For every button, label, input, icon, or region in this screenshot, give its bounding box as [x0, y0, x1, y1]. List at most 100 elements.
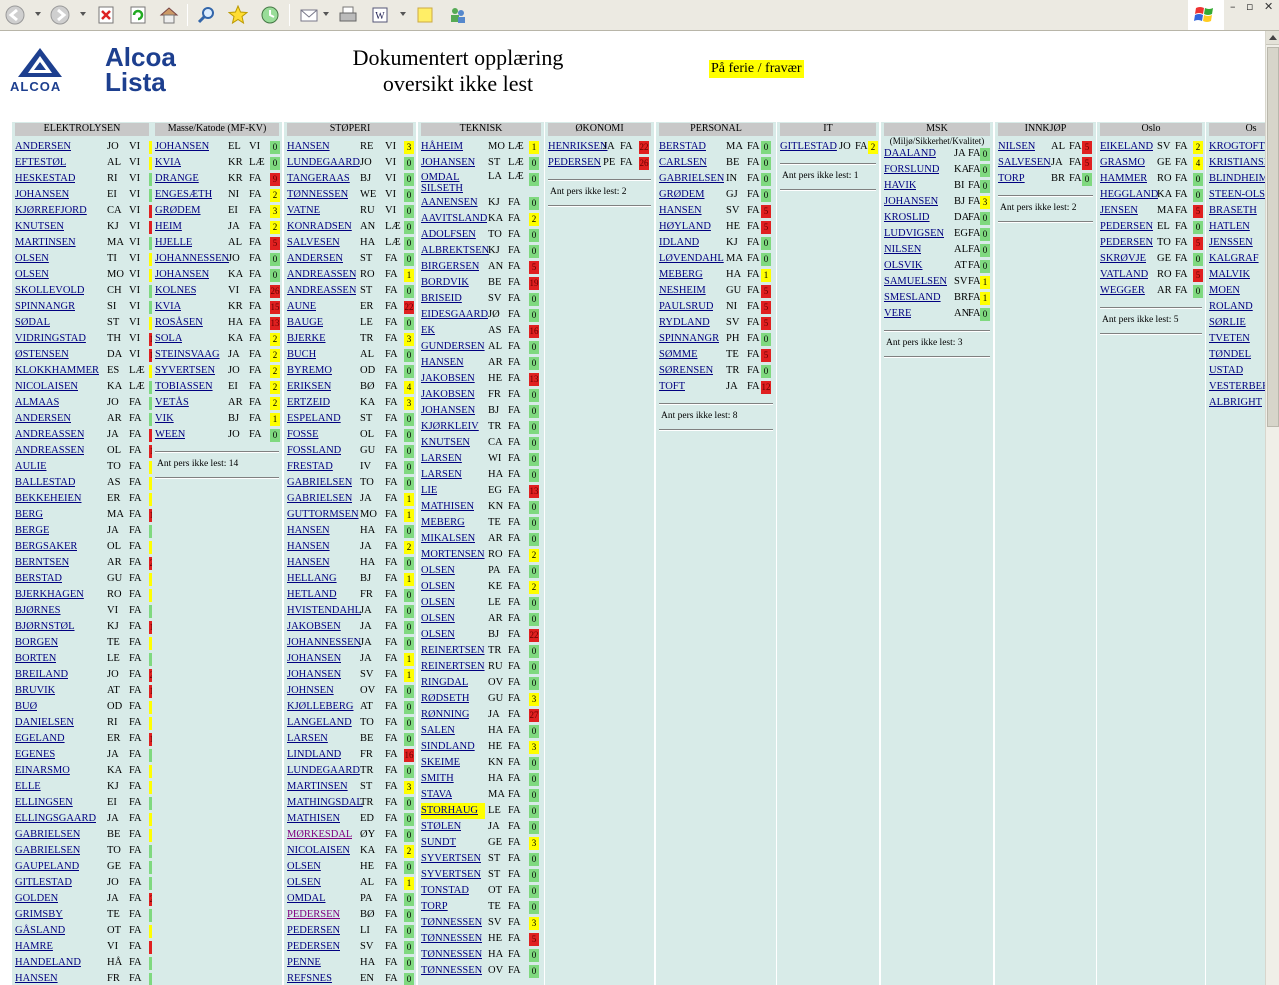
employee-name-link[interactable]: DANIELSEN: [15, 715, 74, 731]
employee-name-link[interactable]: HELLANG: [287, 571, 337, 587]
employee-name-link[interactable]: TANGERAAS: [287, 171, 350, 187]
employee-name-link[interactable]: GRØDEM: [659, 187, 705, 203]
home-button[interactable]: [157, 4, 181, 26]
back-dropdown-icon[interactable]: [35, 12, 41, 16]
employee-name-link[interactable]: LINDLAND: [287, 747, 341, 763]
employee-name-link[interactable]: FOSSLAND: [287, 443, 341, 459]
employee-name-link[interactable]: IDLAND: [659, 235, 699, 251]
employee-name-link[interactable]: ADOLFSEN: [421, 227, 476, 243]
employee-name-link[interactable]: HAMRE: [15, 939, 53, 955]
employee-name-link[interactable]: LANGELAND: [287, 715, 352, 731]
employee-name-link[interactable]: DAALAND: [884, 146, 936, 162]
employee-name-link[interactable]: JOHANSEN: [155, 267, 209, 283]
employee-name-link[interactable]: HØYLAND: [659, 219, 711, 235]
employee-name-link[interactable]: RINGDAL: [421, 675, 468, 691]
employee-name-link[interactable]: KLOKKHAMMER: [15, 363, 99, 379]
employee-name-link[interactable]: GUNDERSEN: [421, 339, 485, 355]
employee-name-link[interactable]: MØRKESDAL: [287, 827, 352, 843]
employee-name-link[interactable]: GITLESTAD: [15, 875, 72, 891]
employee-name-link[interactable]: REINERTSEN: [421, 643, 485, 659]
employee-name-link[interactable]: RØNNING: [421, 707, 469, 723]
employee-name-link[interactable]: EIKELAND: [1100, 139, 1153, 155]
employee-name-link[interactable]: HVISTENDAHL: [287, 603, 361, 619]
employee-name-link[interactable]: GOLDEN: [15, 891, 58, 907]
employee-name-link[interactable]: SYVERTSEN: [421, 867, 481, 883]
employee-name-link[interactable]: NICOLAISEN: [15, 379, 78, 395]
employee-name-link[interactable]: BUØ: [15, 699, 37, 715]
employee-name-link[interactable]: ANDERSEN: [15, 139, 71, 155]
employee-name-link[interactable]: BRISEID: [421, 291, 462, 307]
employee-name-link[interactable]: BYREMO: [287, 363, 332, 379]
employee-name-link[interactable]: SOLA: [155, 331, 182, 347]
employee-name-link[interactable]: EK: [421, 323, 435, 339]
employee-name-link[interactable]: SØRENSEN: [659, 363, 713, 379]
employee-name-link[interactable]: NESHEIM: [659, 283, 706, 299]
minimize-icon[interactable]: –: [1230, 0, 1236, 13]
employee-name-link[interactable]: BRASETH: [1209, 203, 1257, 219]
employee-name-link[interactable]: LUNDEGAARD: [287, 763, 360, 779]
employee-name-link[interactable]: STEINSVAAG: [155, 347, 220, 363]
employee-name-link[interactable]: BERSTAD: [15, 571, 62, 587]
employee-name-link[interactable]: LIE: [421, 483, 437, 499]
employee-name-link[interactable]: REINERTSEN: [421, 659, 485, 675]
scroll-thumb[interactable]: [1267, 47, 1279, 427]
employee-name-link[interactable]: FOSSE: [287, 427, 319, 443]
employee-name-link[interactable]: STORHAUG: [421, 803, 485, 819]
employee-name-link[interactable]: HETLAND: [287, 587, 337, 603]
employee-name-link[interactable]: BJERKHAGEN: [15, 587, 84, 603]
employee-name-link[interactable]: EFTESTØL: [15, 155, 66, 171]
employee-name-link[interactable]: BRUVIK: [15, 683, 55, 699]
employee-name-link[interactable]: GRASMO: [1100, 155, 1145, 171]
employee-name-link[interactable]: JOHANSEN: [421, 403, 475, 419]
employee-name-link[interactable]: SPINNANGR: [659, 331, 719, 347]
employee-name-link[interactable]: STEEN-OLSEN: [1209, 187, 1265, 203]
employee-name-link[interactable]: TØNNESSEN: [421, 915, 482, 931]
employee-name-link[interactable]: PEDERSEN: [287, 939, 340, 955]
employee-name-link[interactable]: SYVERTSEN: [155, 363, 215, 379]
employee-name-link[interactable]: HANDELAND: [15, 955, 81, 971]
employee-name-link[interactable]: KROSLID: [884, 210, 930, 226]
employee-name-link[interactable]: HANSEN: [659, 203, 702, 219]
employee-name-link[interactable]: USTAD: [1209, 363, 1243, 379]
edit-dropdown-icon[interactable]: [400, 12, 406, 16]
employee-name-link[interactable]: JOHANSEN: [421, 155, 475, 171]
employee-name-link[interactable]: JAKOBSEN: [287, 619, 341, 635]
employee-name-link[interactable]: BJERKE: [287, 331, 326, 347]
employee-name-link[interactable]: TORP: [421, 899, 448, 915]
forward-dropdown-icon[interactable]: [80, 12, 86, 16]
employee-name-link[interactable]: OLSVIK: [884, 258, 923, 274]
employee-name-link[interactable]: PEDERSEN: [1100, 219, 1153, 235]
employee-name-link[interactable]: MATHINGSDAL: [287, 795, 363, 811]
close-icon[interactable]: ✕: [1264, 0, 1273, 13]
employee-name-link[interactable]: SALVESEN: [998, 155, 1051, 171]
employee-name-link[interactable]: LARSEN: [421, 467, 462, 483]
employee-name-link[interactable]: TOBIASSEN: [155, 379, 213, 395]
employee-name-link[interactable]: BREILAND: [15, 667, 68, 683]
employee-name-link[interactable]: GABRIELSEN: [287, 491, 352, 507]
employee-name-link[interactable]: JAKOBSEN: [421, 387, 475, 403]
employee-name-link[interactable]: TVETEN: [1209, 331, 1250, 347]
employee-name-link[interactable]: ANDREASSEN: [287, 283, 356, 299]
employee-name-link[interactable]: VIK: [155, 411, 174, 427]
vertical-scrollbar[interactable]: [1265, 31, 1279, 985]
employee-name-link[interactable]: BJØRNES: [15, 603, 61, 619]
employee-name-link[interactable]: HANSEN: [287, 539, 330, 555]
employee-name-link[interactable]: MEBERG: [659, 267, 703, 283]
employee-name-link[interactable]: KJØRKLEIV: [421, 419, 479, 435]
employee-name-link[interactable]: MIKALSEN: [421, 531, 475, 547]
employee-name-link[interactable]: KNUTSEN: [15, 219, 64, 235]
employee-name-link[interactable]: GRØDEM: [155, 203, 201, 219]
employee-name-link[interactable]: ELLINGSEN: [15, 795, 73, 811]
employee-name-link[interactable]: KRISTIANSEN: [1209, 155, 1265, 171]
employee-name-link[interactable]: BJØRNSTØL: [15, 619, 75, 635]
employee-name-link[interactable]: SINDLAND: [421, 739, 475, 755]
employee-name-link[interactable]: ANDREASSEN: [15, 443, 84, 459]
employee-name-link[interactable]: JAKOBSEN: [421, 371, 475, 387]
employee-name-link[interactable]: JOHANSEN: [15, 187, 69, 203]
employee-name-link[interactable]: SYVERTSEN: [421, 851, 481, 867]
employee-name-link[interactable]: TORP: [998, 171, 1025, 187]
employee-name-link[interactable]: HAVIK: [884, 178, 916, 194]
employee-name-link[interactable]: PEDERSEN: [548, 155, 601, 171]
employee-name-link[interactable]: JOHANSEN: [155, 139, 209, 155]
employee-name-link[interactable]: JOHANSEN: [884, 194, 938, 210]
